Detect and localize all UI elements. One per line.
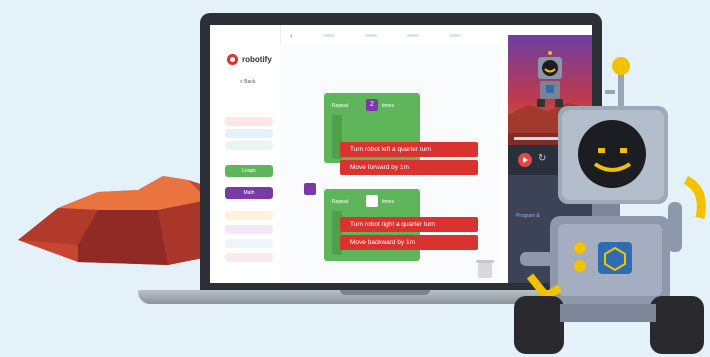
category-placeholder[interactable] xyxy=(225,225,273,234)
category-placeholder[interactable] xyxy=(225,141,273,150)
laptop-notch xyxy=(340,290,430,295)
logo: robotify xyxy=(227,54,272,65)
action-block[interactable]: Turn robot left a quarter turn xyxy=(340,142,478,157)
category-label: Math xyxy=(243,190,255,196)
toolbar-button[interactable] xyxy=(364,33,377,37)
action-block[interactable]: Move backward by 1m xyxy=(340,235,478,250)
repeat-suffix: times xyxy=(382,199,394,205)
action-label: Turn robot left a quarter turn xyxy=(350,146,432,153)
robotify-logo-icon xyxy=(227,54,238,65)
category-placeholder[interactable] xyxy=(225,117,273,126)
toolbar-button[interactable] xyxy=(322,33,335,37)
category-label: Loops xyxy=(242,168,256,174)
category-placeholder[interactable] xyxy=(225,129,273,138)
repeat-label: Repeat xyxy=(332,199,349,205)
category-math[interactable]: Math xyxy=(225,187,273,199)
logo-text: robotify xyxy=(242,55,272,64)
action-block[interactable]: Turn robot right a quarter turn xyxy=(340,217,478,232)
repeat-label: Repeat xyxy=(332,103,349,109)
back-link[interactable]: < Back xyxy=(240,79,255,85)
category-movement[interactable]: Movement xyxy=(225,101,273,113)
code-workspace[interactable]: Repeat 2 times Turn robot left a quarter… xyxy=(280,45,500,283)
action-label: Turn robot right a quarter turn xyxy=(350,221,436,228)
toolbar-button[interactable] xyxy=(448,33,461,37)
toolbar-button[interactable] xyxy=(406,33,419,37)
category-placeholder[interactable] xyxy=(225,211,273,220)
category-placeholder[interactable] xyxy=(225,239,273,248)
repeat-count[interactable]: 2 xyxy=(366,99,378,111)
category-label: Movement xyxy=(237,104,261,110)
action-label: Move backward by 1m xyxy=(350,239,416,246)
repeat-count[interactable] xyxy=(366,195,378,207)
undo-arrow-icon[interactable]: ‹ xyxy=(290,31,293,40)
toolbar: ‹ xyxy=(290,31,500,40)
sidebar: robotify < Back Movement Loops Math xyxy=(210,25,281,283)
category-loops[interactable]: Loops xyxy=(225,165,273,177)
trash-icon[interactable] xyxy=(476,259,494,279)
repeat-suffix: times xyxy=(382,103,394,109)
category-placeholder[interactable] xyxy=(225,253,273,262)
robot-mascot xyxy=(514,57,706,354)
action-label: Move forward by 1m xyxy=(350,164,409,171)
math-block[interactable] xyxy=(304,183,316,195)
action-block[interactable]: Move forward by 1m xyxy=(340,160,478,175)
